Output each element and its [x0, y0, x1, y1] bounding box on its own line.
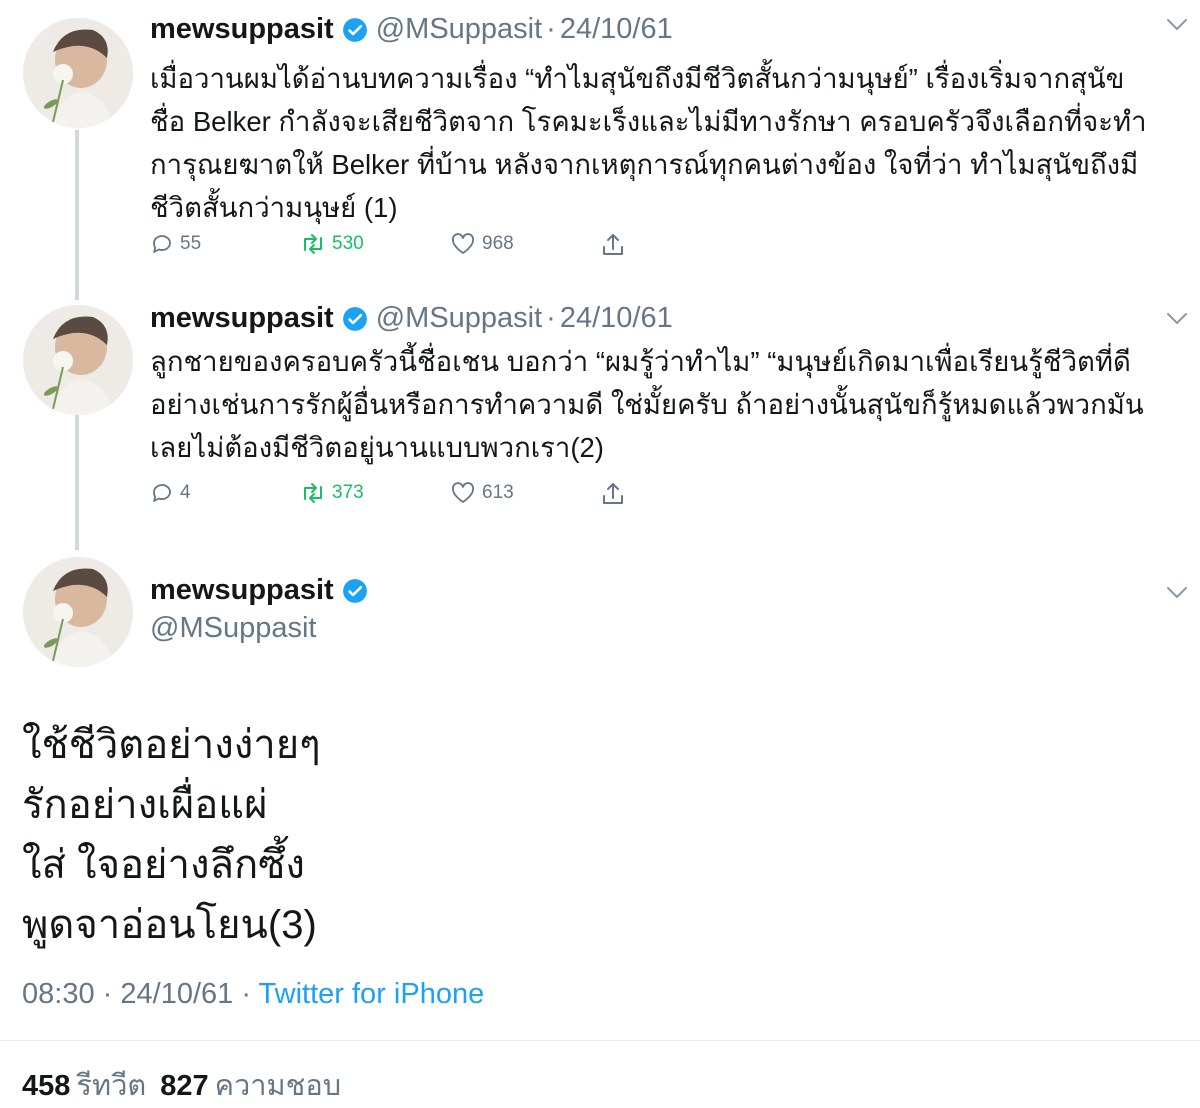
chevron-down-icon[interactable]: [1166, 586, 1188, 605]
avatar[interactable]: [23, 18, 133, 128]
reply-bubble-icon: [153, 235, 171, 253]
share-icon: [603, 234, 623, 255]
tweet-header: mewsuppasit: [150, 574, 368, 607]
thread-line-1: [75, 130, 79, 300]
divider: [0, 1040, 1200, 1041]
tweet-text-line: ชีวิตสั้นกว่ามนุษย์ (1): [150, 192, 398, 223]
avatar-photo: [23, 557, 133, 667]
retweet-total[interactable]: 458: [22, 1070, 70, 1102]
tweet-text-line: ลูกชายของครอบครัวนี้ชื่อเชน บอกว่า “ผมรู…: [150, 346, 1131, 377]
main-tweet-line: ใช้ชีวิตอย่างง่ายๆ: [22, 723, 321, 767]
avatar-photo: [23, 305, 133, 415]
share-button[interactable]: [600, 481, 626, 507]
avatar-photo: [23, 18, 133, 128]
reply-button[interactable]: 55: [150, 232, 201, 256]
tweet-text-line: ชื่อ Belker กำลังจะเสียชีวิตจาก โรคมะเร็…: [150, 106, 1147, 137]
main-tweet-line: รักอย่างเผื่อแผ่: [22, 783, 268, 827]
tweet-text-line: เมื่อวานผมได้อ่านบทความเรื่อง “ทำไมสุนัข…: [150, 63, 1125, 94]
retweet-icon: [304, 234, 322, 254]
tweet-text: เมื่อวานผมได้อ่านบทความเรื่อง “ทำไมสุนัข…: [150, 57, 1170, 229]
like-button[interactable]: 968: [450, 232, 514, 256]
separator: ·: [102, 978, 113, 1010]
retweet-button[interactable]: 530: [300, 232, 364, 256]
main-tweet-line: ใส่ ใจอย่างลึกซึ้ง: [22, 843, 305, 887]
retweet-button[interactable]: 373: [300, 481, 364, 505]
retweet-count: 373: [332, 482, 364, 503]
display-name[interactable]: mewsuppasit: [150, 13, 334, 46]
tweet-text-line: เลยไม่ต้องมีชีวิตอยู่นานแบบพวกเรา(2): [150, 432, 604, 463]
retweet-count: 530: [332, 233, 364, 254]
share-button[interactable]: [600, 232, 626, 258]
like-count: 968: [482, 233, 514, 254]
verified-badge-icon: [342, 306, 368, 332]
like-button[interactable]: 613: [450, 481, 514, 505]
separator: ·: [546, 13, 556, 45]
avatar[interactable]: [23, 305, 133, 415]
separator: ·: [546, 302, 556, 334]
tweet-header: mewsuppasit @MSuppasit · 24/10/61: [150, 13, 673, 46]
tweet-date[interactable]: 24/10/61: [560, 302, 673, 335]
main-tweet-text: ใช้ชีวิตอย่างง่ายๆ รักอย่างเผื่อแผ่ ใส่ …: [22, 715, 321, 955]
heart-icon: [451, 482, 475, 503]
reply-bubble-icon: [153, 484, 171, 502]
like-label[interactable]: ความชอบ: [215, 1070, 342, 1102]
tweet-source-link[interactable]: Twitter for iPhone: [259, 978, 485, 1010]
reply-button[interactable]: 4: [150, 481, 191, 505]
tweet-meta: 08:30 · 24/10/61 · Twitter for iPhone: [22, 978, 484, 1011]
tweet-text-line: การุณยฆาตให้ Belker ที่บ้าน หลังจากเหตุก…: [150, 149, 1139, 180]
display-name[interactable]: mewsuppasit: [150, 302, 334, 335]
tweet-stats: 458 รีทวีต 827 ความชอบ: [22, 1062, 355, 1108]
tweet-date[interactable]: 24/10/61: [560, 13, 673, 46]
retweet-label[interactable]: รีทวีต: [76, 1070, 146, 1102]
handle[interactable]: @MSuppasit: [376, 13, 542, 46]
tweet-text: ลูกชายของครอบครัวนี้ชื่อเชน บอกว่า “ผมรู…: [150, 340, 1170, 469]
tweet-date: 24/10/61: [120, 978, 234, 1010]
avatar[interactable]: [23, 557, 133, 667]
handle[interactable]: @MSuppasit: [150, 612, 316, 645]
verified-badge-icon: [342, 578, 368, 604]
chevron-down-icon[interactable]: [1166, 312, 1188, 331]
retweet-icon: [304, 483, 322, 503]
tweet-header: mewsuppasit @MSuppasit · 24/10/61: [150, 302, 673, 335]
reply-count: 4: [180, 482, 191, 503]
tweet-text-line: อย่างเช่นการรักผู้อื่นหรือการทำความดี ใช…: [150, 389, 1144, 420]
separator: ·: [241, 978, 251, 1010]
like-count: 613: [482, 482, 514, 503]
like-total[interactable]: 827: [160, 1070, 208, 1102]
tweet-time: 08:30: [22, 978, 95, 1010]
heart-icon: [451, 233, 475, 254]
share-icon: [603, 483, 623, 504]
display-name[interactable]: mewsuppasit: [150, 574, 334, 607]
chevron-down-icon[interactable]: [1166, 18, 1188, 37]
reply-count: 55: [180, 233, 202, 254]
verified-badge-icon: [342, 17, 368, 43]
handle[interactable]: @MSuppasit: [376, 302, 542, 335]
main-tweet-line: พูดจาอ่อนโยน(3): [22, 903, 317, 947]
